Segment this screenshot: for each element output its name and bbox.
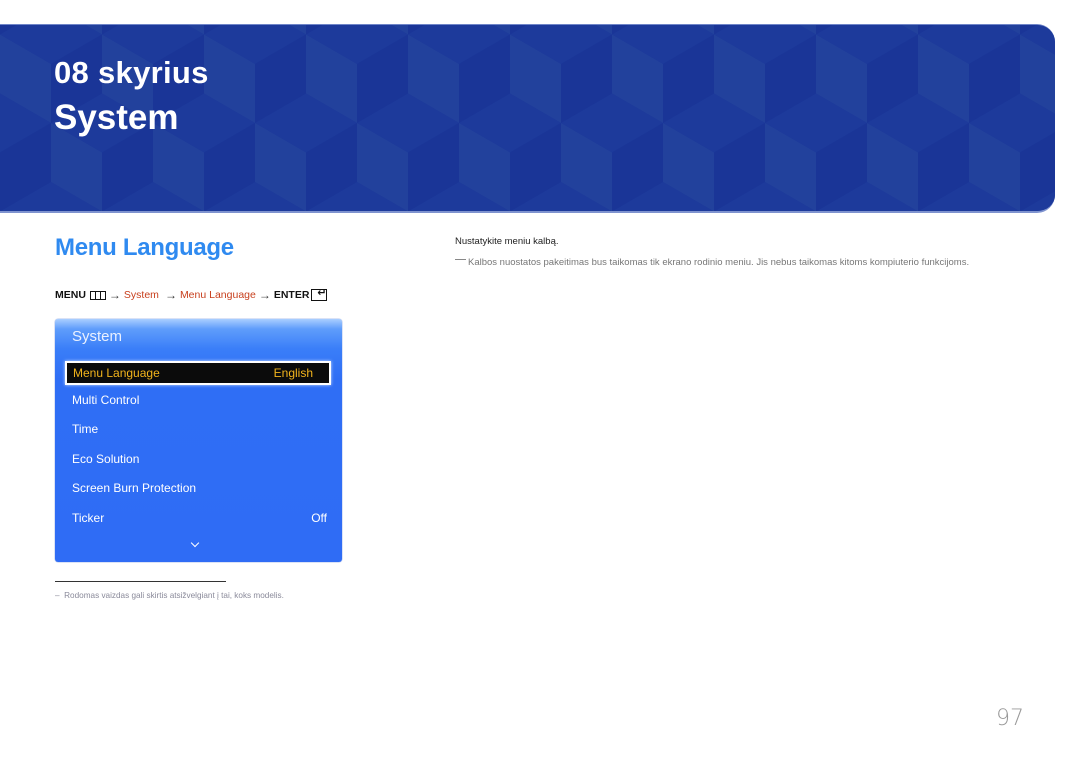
menu-path: MENU → System → Menu Language → ENTER xyxy=(55,286,328,302)
path-enter-label: ENTER xyxy=(273,289,310,301)
footnote-text: Rodomas vaizdas gali skirtis atsižvelgia… xyxy=(64,591,284,600)
osd-item-value: Off xyxy=(311,511,327,525)
cube-face xyxy=(0,212,51,214)
cube-face xyxy=(204,212,255,214)
cube-face xyxy=(663,212,714,214)
chapter-number: 08 skyrius xyxy=(54,55,209,90)
osd-item-screen-burn-protection[interactable]: Screen Burn Protection xyxy=(72,481,327,495)
cube-face xyxy=(459,212,510,214)
osd-system-menu: System Menu Language English Multi Contr… xyxy=(55,319,342,562)
path-arrow: → xyxy=(108,288,121,302)
cube-face xyxy=(969,212,1020,214)
cube-face xyxy=(306,212,357,214)
path-arrow: → xyxy=(164,288,177,302)
cube-face xyxy=(153,212,204,214)
cube-face xyxy=(255,212,306,214)
osd-item-label: Menu Language xyxy=(73,366,160,380)
osd-item-ticker[interactable]: Ticker Off xyxy=(72,511,327,525)
cube-face xyxy=(51,212,102,214)
cube-face xyxy=(867,212,918,214)
menu-icon xyxy=(89,290,106,300)
note-text: Kalbos nuostatos pakeitimas bus taikomas… xyxy=(468,257,970,268)
footnote-marker: – xyxy=(55,591,60,600)
note-dash-icon xyxy=(455,258,466,260)
osd-item-value: English xyxy=(273,366,313,380)
cube-face xyxy=(408,212,459,214)
chevron-down-icon[interactable] xyxy=(190,538,200,548)
osd-item-multi-control[interactable]: Multi Control xyxy=(72,393,327,407)
cube-face xyxy=(714,212,765,214)
cube-face xyxy=(612,212,663,214)
description-text: Nustatykite meniu kalbą. xyxy=(455,236,559,247)
osd-title: System xyxy=(72,328,123,345)
path-step-menu-language: Menu Language xyxy=(179,289,256,301)
osd-item-time[interactable]: Time xyxy=(72,422,327,436)
cube-face xyxy=(561,212,612,214)
cube-face xyxy=(1020,212,1055,214)
chapter-title: System xyxy=(54,98,179,137)
page-number: 97 xyxy=(996,706,1024,731)
cube-face xyxy=(357,212,408,214)
section-title: Menu Language xyxy=(55,234,234,261)
path-step-system: System xyxy=(123,289,159,301)
cube-face xyxy=(918,212,969,214)
path-arrow: → xyxy=(258,288,271,302)
osd-item-eco-solution[interactable]: Eco Solution xyxy=(72,452,327,466)
osd-item-menu-language[interactable]: Menu Language English xyxy=(65,361,331,385)
footnote-divider xyxy=(55,581,226,582)
osd-item-label: Screen Burn Protection xyxy=(72,481,197,495)
cube-face xyxy=(510,212,561,214)
footnote: – Rodomas vaizdas gali skirtis atsižvelg… xyxy=(55,591,284,600)
osd-item-label: Ticker xyxy=(72,511,105,525)
osd-item-label: Time xyxy=(72,422,99,436)
path-menu-label: MENU xyxy=(55,289,86,301)
cube-face xyxy=(765,212,816,214)
description-note: Kalbos nuostatos pakeitimas bus taikomas… xyxy=(455,257,969,268)
cube-face xyxy=(816,212,867,214)
cube-face xyxy=(102,212,153,214)
enter-icon xyxy=(311,286,328,301)
chapter-banner: 08 skyrius System xyxy=(0,24,1055,213)
osd-item-label: Multi Control xyxy=(72,393,140,407)
osd-item-label: Eco Solution xyxy=(72,452,140,466)
